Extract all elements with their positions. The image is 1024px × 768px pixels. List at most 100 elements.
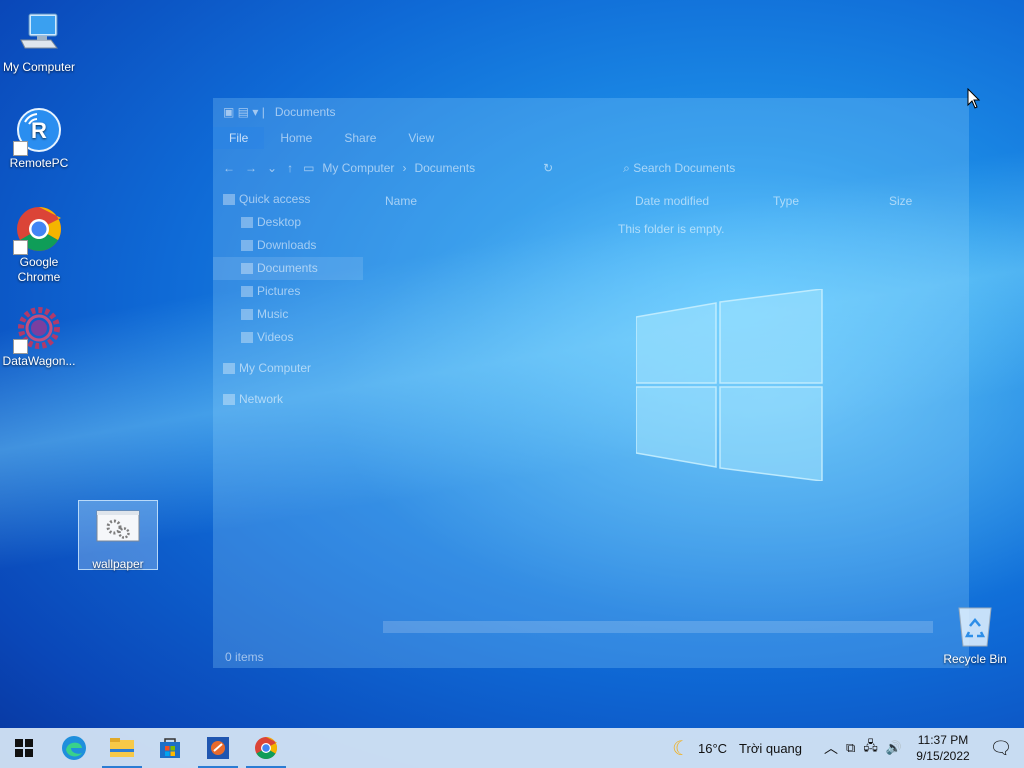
clock-date: 9/15/2022 [916, 749, 970, 763]
column-size[interactable]: Size [889, 194, 912, 208]
desktop-icon-my-computer[interactable]: My Computer [0, 10, 78, 75]
nav-network[interactable]: Network [213, 388, 363, 411]
back-arrow-icon[interactable]: ← [223, 161, 235, 175]
moon-icon: ☾ [672, 737, 690, 760]
chevron-down-icon[interactable]: ⌄ [267, 161, 277, 175]
taskbar-store[interactable] [146, 728, 194, 768]
star-icon [223, 194, 235, 205]
nav-label: Network [239, 392, 284, 406]
weather-condition: Trời quang [739, 740, 803, 756]
explorer-ribbon: File Home Share View [213, 126, 969, 150]
empty-folder-message: This folder is empty. [618, 222, 725, 236]
taskbar-edge[interactable] [50, 728, 98, 768]
recycle-bin-icon [951, 602, 999, 650]
breadcrumb-separator: › [402, 161, 407, 175]
explorer-body: Quick access Desktop Downloads Documents… [213, 186, 969, 633]
computer-icon [223, 363, 235, 374]
chrome-icon [255, 737, 277, 759]
clock-time: 11:37 PM [917, 733, 969, 747]
taskbar-remotepc[interactable] [194, 728, 242, 768]
navigation-pane: Quick access Desktop Downloads Documents… [213, 186, 363, 626]
folder-icon [110, 738, 134, 757]
status-bar-count: 0 items [225, 650, 264, 664]
breadcrumb[interactable]: ▭ My Computer › Documents [303, 161, 533, 175]
up-arrow-icon[interactable]: ↑ [287, 161, 293, 175]
desktop-folder-icon [241, 217, 253, 228]
nav-pictures[interactable]: Pictures [213, 280, 363, 303]
nav-documents[interactable]: Documents [213, 257, 363, 280]
nav-quick-access[interactable]: Quick access [213, 188, 363, 211]
desktop-icon-google-chrome[interactable]: Google Chrome [0, 205, 78, 285]
nav-my-computer[interactable]: My Computer [213, 357, 363, 380]
search-input[interactable]: ⌕ Search Documents [623, 161, 735, 176]
computer-icon [15, 10, 63, 58]
svg-text:R: R [31, 118, 47, 143]
nav-videos[interactable]: Videos [213, 326, 363, 349]
network-icon [223, 394, 235, 405]
weather-widget[interactable]: ☾ 16°C Trời quang [672, 736, 802, 761]
desktop-icon-datawagon[interactable]: DataWagon... [0, 304, 78, 369]
picture-icon [241, 286, 253, 297]
nav-label: Videos [257, 330, 294, 344]
weather-temp: 16°C [698, 740, 728, 756]
start-button[interactable] [0, 728, 48, 768]
file-list: Name Date modified Type Size This folder… [363, 186, 969, 633]
icon-label: Recycle Bin [943, 652, 1007, 666]
icon-label: wallpaper [92, 557, 144, 571]
network-icon[interactable]: 🖧 [863, 737, 878, 759]
explorer-title: Documents [274, 105, 336, 119]
nav-desktop[interactable]: Desktop [213, 211, 363, 234]
shortcut-arrow-icon [13, 141, 28, 156]
nav-label: Documents [257, 261, 318, 275]
explorer-address-bar: ← → ⌄ ↑ ▭ My Computer › Documents ↻ ⌕ Se… [213, 150, 969, 186]
clock[interactable]: 11:37 PM 9/15/2022 [908, 732, 978, 764]
breadcrumb-mycomputer[interactable]: My Computer [322, 161, 394, 175]
folder-icon: ▣ ▤ ▾ | [223, 105, 265, 119]
document-icon [241, 263, 253, 274]
chevron-up-icon[interactable]: ︿ [824, 738, 838, 758]
column-name[interactable]: Name [385, 194, 417, 208]
music-icon [241, 309, 253, 320]
system-tray: ☾ 16°C Trời quang ︿ ⧉ 🖧 🔊 11:37 PM 9/15/… [672, 728, 1024, 768]
notification-icon[interactable]: 🗨 [978, 738, 1024, 759]
breadcrumb-documents[interactable]: Documents [414, 161, 475, 175]
nav-label: Quick access [239, 192, 311, 206]
taskbar-chrome[interactable] [242, 728, 290, 768]
desktop-icon-remotepc[interactable]: R RemotePC [0, 106, 78, 171]
desktop-icon-wallpaper[interactable]: wallpaper [78, 500, 158, 571]
tab-file[interactable]: File [213, 127, 265, 149]
edge-icon [62, 736, 86, 760]
chrome-icon [13, 205, 63, 255]
search-placeholder: Search Documents [633, 160, 736, 175]
nav-label: Desktop [257, 215, 302, 229]
shortcut-arrow-icon [13, 339, 28, 354]
tab-view[interactable]: View [392, 127, 450, 149]
column-headers: Name Date modified Type Size [363, 186, 969, 216]
datawagon-icon [13, 304, 63, 354]
nav-label: Music [257, 307, 289, 321]
remotepc-tray-icon[interactable]: ⧉ [846, 740, 855, 756]
nav-downloads[interactable]: Downloads [213, 234, 363, 257]
nav-label: My Computer [239, 361, 312, 375]
computer-icon: ▭ [303, 161, 315, 175]
search-icon: ⌕ [623, 160, 634, 175]
shortcut-arrow-icon [13, 240, 28, 255]
horizontal-scrollbar[interactable] [383, 621, 933, 633]
tab-share[interactable]: Share [328, 127, 392, 149]
nav-label: Downloads [257, 238, 317, 252]
settings-file-icon [94, 507, 142, 555]
icon-label: My Computer [2, 60, 76, 74]
refresh-icon[interactable]: ↻ [543, 161, 553, 175]
explorer-titlebar: ▣ ▤ ▾ | Documents [213, 98, 969, 126]
volume-icon[interactable]: 🔊 [886, 740, 902, 756]
forward-arrow-icon[interactable]: → [245, 161, 257, 175]
icon-label: DataWagon... [2, 354, 76, 368]
tab-home[interactable]: Home [264, 127, 328, 149]
nav-music[interactable]: Music [213, 303, 363, 326]
column-type[interactable]: Type [773, 194, 799, 208]
column-date-modified[interactable]: Date modified [635, 194, 709, 208]
taskbar-file-explorer[interactable] [98, 728, 146, 768]
remotepc-icon: R [13, 106, 63, 156]
desktop-icon-recycle-bin[interactable]: Recycle Bin [936, 602, 1014, 667]
windows-start-icon [15, 739, 33, 757]
